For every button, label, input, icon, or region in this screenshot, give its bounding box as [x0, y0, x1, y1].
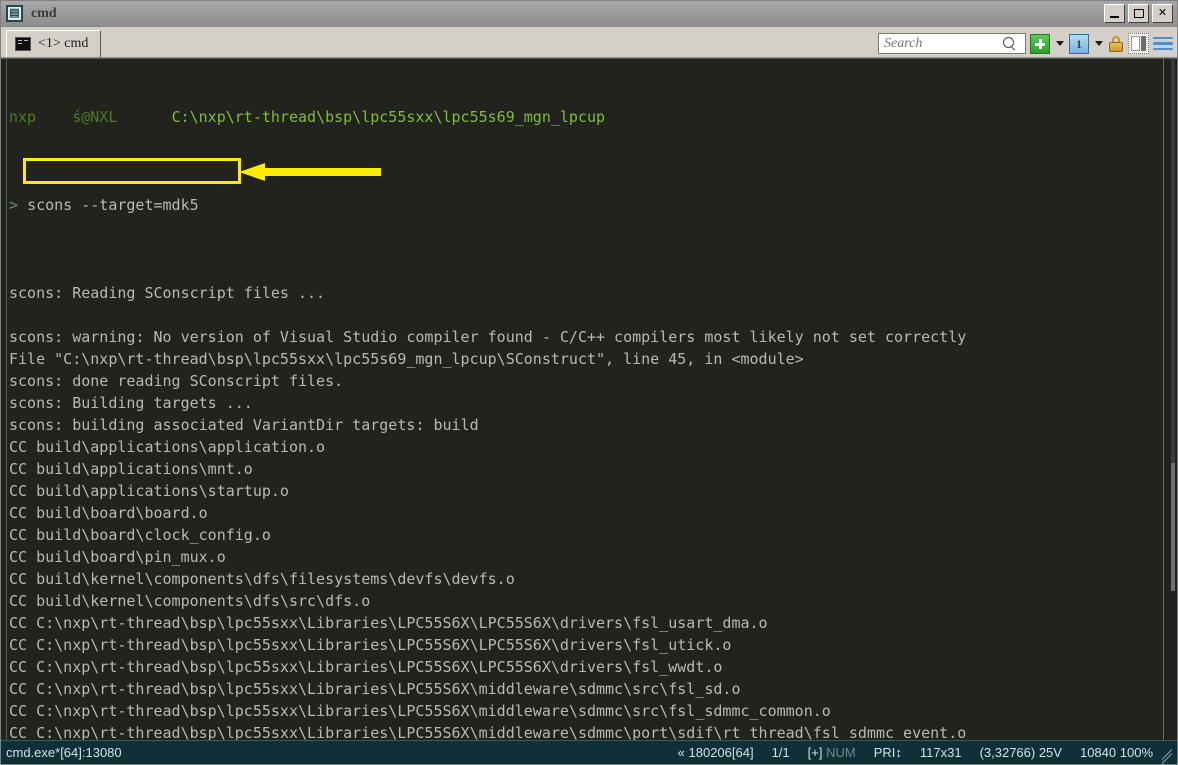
lock-icon[interactable]: [1108, 34, 1124, 54]
terminal-line: CC build\applications\application.o: [9, 436, 1163, 458]
terminal-line: CC build\board\pin_mux.o: [9, 546, 1163, 568]
terminal-line: CC build\kernel\components\dfs\src\dfs.o: [9, 590, 1163, 612]
title-bar: ▤ cmd ✕: [1, 1, 1177, 27]
prompt-top-user: nxp: [9, 108, 36, 126]
status-memory-zoom: 10840 100%: [1080, 745, 1153, 760]
prompt-line-top: nxp ś@NXL C:\nxp\rt-thread\bsp\lpc55sxx\…: [9, 106, 1163, 128]
new-console-dropdown-icon[interactable]: [1054, 34, 1065, 54]
minimize-button[interactable]: [1104, 4, 1125, 23]
window-controls: ✕: [1104, 4, 1175, 23]
tab-label: <1> cmd: [38, 36, 88, 52]
terminal-line: scons: Building targets ...: [9, 392, 1163, 414]
status-size: 117x31: [920, 745, 962, 760]
status-build-id: « 180206[64]: [678, 745, 754, 760]
terminal-line: CC C:\nxp\rt-thread\bsp\lpc55sxx\Librari…: [9, 656, 1163, 678]
search-icon: [1002, 36, 1017, 51]
terminal-line: CC C:\nxp\rt-thread\bsp\lpc55sxx\Librari…: [9, 634, 1163, 656]
terminal-line: CC C:\nxp\rt-thread\bsp\lpc55sxx\Librari…: [9, 722, 1163, 740]
new-console-button[interactable]: [1030, 34, 1050, 54]
console-icon: ▤: [6, 5, 23, 22]
output-lines: scons: Reading SConscript files ... scon…: [9, 282, 1163, 740]
status-page: 1/1: [772, 745, 790, 760]
terminal-output[interactable]: nxp ś@NXL C:\nxp\rt-thread\bsp\lpc55sxx\…: [7, 59, 1163, 740]
status-indicators: « 180206[64] 1/1 [+] NUM PRI↕ 117x31 (3,…: [678, 745, 1159, 760]
console-tab-icon: [15, 37, 31, 51]
prompt-top-host: ś@NXL: [72, 108, 117, 126]
conemu-window: ▤ cmd ✕ <1> cmd 1: [0, 0, 1178, 765]
status-process: cmd.exe*[64]:13080: [6, 745, 122, 760]
terminal-line: scons: Reading SConscript files ...: [9, 282, 1163, 304]
search-box[interactable]: [878, 33, 1026, 54]
terminal-line: CC build\kernel\components\dfs\filesyste…: [9, 568, 1163, 590]
tab-cmd[interactable]: <1> cmd: [6, 30, 101, 57]
panel-toggle-icon[interactable]: [1128, 33, 1149, 54]
active-console-dropdown-icon[interactable]: [1093, 34, 1104, 54]
terminal-line: CC C:\nxp\rt-thread\bsp\lpc55sxx\Librari…: [9, 612, 1163, 634]
toolbar: 1: [878, 33, 1173, 57]
close-button[interactable]: ✕: [1152, 4, 1173, 23]
status-zoom: 100%: [1120, 745, 1153, 760]
search-input[interactable]: [884, 36, 1002, 52]
terminal-line: scons: done reading SConscript files.: [9, 370, 1163, 392]
terminal-line: File "C:\nxp\rt-thread\bsp\lpc55sxx\lpc5…: [9, 348, 1163, 370]
terminal-line: CC build\board\board.o: [9, 502, 1163, 524]
status-bar: cmd.exe*[64]:13080 « 180206[64] 1/1 [+] …: [1, 740, 1177, 764]
terminal-line: CC build\board\clock_config.o: [9, 524, 1163, 546]
tab-bar: <1> cmd 1: [1, 27, 1177, 58]
status-memory: 10840: [1080, 745, 1116, 760]
prompt-top-caret: >: [9, 196, 18, 214]
status-plus: [+]: [808, 745, 823, 760]
status-num-lock: NUM: [826, 745, 856, 760]
status-lock-group: [+] NUM: [808, 745, 856, 760]
terminal-line: scons: warning: No version of Visual Stu…: [9, 326, 1163, 348]
terminal-area: nxp ś@NXL C:\nxp\rt-thread\bsp\lpc55sxx\…: [1, 58, 1177, 740]
scrollbar-thumb[interactable]: [1171, 463, 1175, 591]
terminal-line: scons: building associated VariantDir ta…: [9, 414, 1163, 436]
status-priority: PRI↕: [874, 745, 902, 760]
terminal-scrollbar[interactable]: [1163, 59, 1177, 740]
terminal-line: CC C:\nxp\rt-thread\bsp\lpc55sxx\Librari…: [9, 700, 1163, 722]
prompt-top-path: C:\nxp\rt-thread\bsp\lpc55sxx\lpc55s69_m…: [172, 108, 605, 126]
status-coords: (3,32766) 25V: [980, 745, 1062, 760]
terminal-line: CC build\applications\startup.o: [9, 480, 1163, 502]
maximize-button[interactable]: [1128, 4, 1149, 23]
scrollbar-track[interactable]: [1171, 59, 1175, 463]
active-console-button[interactable]: 1: [1069, 34, 1089, 54]
hamburger-menu-icon[interactable]: [1153, 34, 1173, 54]
command-text: scons --target=mdk5: [27, 196, 199, 214]
terminal-line: CC build\applications\mnt.o: [9, 458, 1163, 480]
window-title: cmd: [31, 6, 1104, 22]
command-line: > scons --target=mdk5: [9, 194, 1163, 216]
terminal-line: CC C:\nxp\rt-thread\bsp\lpc55sxx\Librari…: [9, 678, 1163, 700]
terminal-line: [9, 304, 1163, 326]
resize-grip-icon[interactable]: [1159, 745, 1175, 761]
